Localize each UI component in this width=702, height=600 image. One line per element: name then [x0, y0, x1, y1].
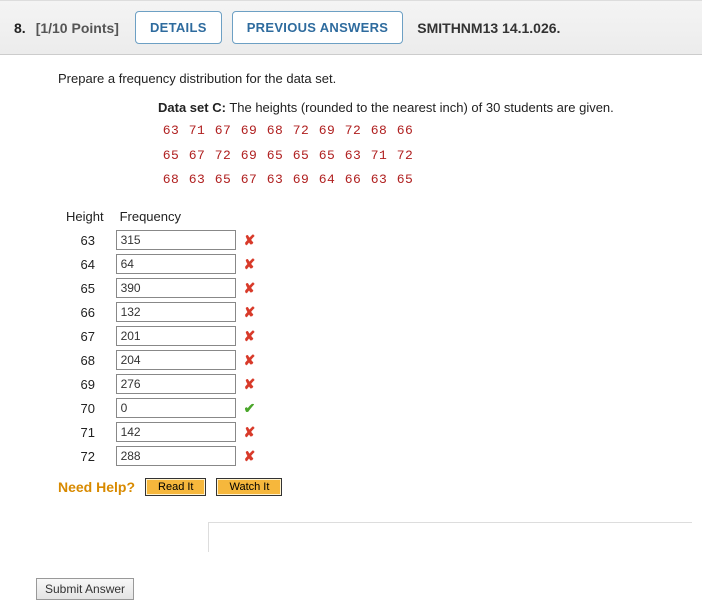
details-button[interactable]: DETAILS [135, 11, 222, 44]
height-value: 68 [58, 348, 112, 372]
table-row: 65 ✘ [58, 276, 259, 300]
data-value: 63 [366, 168, 392, 193]
cross-icon: ✘ [240, 228, 260, 252]
height-value: 63 [58, 228, 112, 252]
col-header-height: Height [58, 207, 112, 228]
cross-icon: ✘ [240, 348, 260, 372]
frequency-input[interactable] [116, 446, 236, 466]
data-value: 69 [288, 168, 314, 193]
frequency-input[interactable] [116, 374, 236, 394]
cross-icon: ✘ [240, 300, 260, 324]
frequency-input[interactable] [116, 302, 236, 322]
data-value: 65 [392, 168, 418, 193]
data-value: 64 [314, 168, 340, 193]
data-value: 63 [340, 144, 366, 169]
question-content: Prepare a frequency distribution for the… [0, 55, 702, 568]
table-row: 66 ✘ [58, 300, 259, 324]
frequency-input[interactable] [116, 254, 236, 274]
data-value: 66 [392, 119, 418, 144]
height-value: 66 [58, 300, 112, 324]
data-value: 69 [236, 144, 262, 169]
data-value: 68 [158, 168, 184, 193]
cross-icon: ✘ [240, 372, 260, 396]
submit-answer-button[interactable]: Submit Answer [36, 578, 134, 600]
height-value: 70 [58, 396, 112, 420]
col-header-frequency: Frequency [112, 207, 240, 228]
data-value: 71 [366, 144, 392, 169]
data-value: 63 [184, 168, 210, 193]
table-row: 67 ✘ [58, 324, 259, 348]
data-value: 69 [236, 119, 262, 144]
table-row: 69 ✘ [58, 372, 259, 396]
data-value: 63 [262, 168, 288, 193]
height-value: 71 [58, 420, 112, 444]
data-value: 72 [288, 119, 314, 144]
cross-icon: ✘ [240, 276, 260, 300]
frequency-input[interactable] [116, 350, 236, 370]
data-value: 69 [314, 119, 340, 144]
height-value: 67 [58, 324, 112, 348]
dataset-header: Data set C: The heights (rounded to the … [158, 100, 692, 115]
data-value: 65 [158, 144, 184, 169]
table-row: 70 ✔ [58, 396, 259, 420]
data-value: 72 [340, 119, 366, 144]
data-value: 67 [210, 119, 236, 144]
data-value: 63 [158, 119, 184, 144]
watch-it-button[interactable]: Watch It [216, 478, 282, 496]
need-help-label: Need Help? [58, 479, 135, 495]
data-value: 71 [184, 119, 210, 144]
table-row: 64 ✘ [58, 252, 259, 276]
data-value: 66 [340, 168, 366, 193]
data-value: 68 [262, 119, 288, 144]
frequency-input[interactable] [116, 326, 236, 346]
cross-icon: ✘ [240, 252, 260, 276]
height-value: 65 [58, 276, 112, 300]
dataset-desc: The heights (rounded to the nearest inch… [229, 100, 613, 115]
question-prompt: Prepare a frequency distribution for the… [58, 71, 692, 86]
check-icon: ✔ [240, 396, 260, 420]
data-value: 72 [392, 144, 418, 169]
table-row: 63 ✘ [58, 228, 259, 252]
height-value: 69 [58, 372, 112, 396]
previous-answers-button[interactable]: PREVIOUS ANSWERS [232, 11, 404, 44]
frequency-input[interactable] [116, 230, 236, 250]
cross-icon: ✘ [240, 324, 260, 348]
data-value: 67 [236, 168, 262, 193]
source-reference: SMITHNM13 14.1.026. [417, 20, 560, 36]
frequency-input[interactable] [116, 398, 236, 418]
height-value: 72 [58, 444, 112, 468]
table-row: 72 ✘ [58, 444, 259, 468]
frequency-table: Height Frequency 63✘64✘65✘66✘67✘68✘69✘70… [58, 207, 259, 468]
data-value: 65 [262, 144, 288, 169]
frequency-input[interactable] [116, 278, 236, 298]
cross-icon: ✘ [240, 420, 260, 444]
question-header: 8. [1/10 Points] DETAILS PREVIOUS ANSWER… [0, 0, 702, 55]
height-value: 64 [58, 252, 112, 276]
data-value: 65 [314, 144, 340, 169]
table-row: 71 ✘ [58, 420, 259, 444]
data-value: 68 [366, 119, 392, 144]
need-help-row: Need Help? Read It Watch It [58, 478, 692, 496]
frequency-input[interactable] [116, 422, 236, 442]
dataset-block: Data set C: The heights (rounded to the … [158, 100, 692, 193]
read-it-button[interactable]: Read It [145, 478, 206, 496]
question-number: 8. [14, 20, 26, 36]
data-value: 72 [210, 144, 236, 169]
divider [208, 522, 692, 552]
data-value: 67 [184, 144, 210, 169]
data-value: 65 [210, 168, 236, 193]
table-row: 68 ✘ [58, 348, 259, 372]
dataset-label: Data set C: [158, 100, 226, 115]
data-value: 65 [288, 144, 314, 169]
cross-icon: ✘ [240, 444, 260, 468]
points-label: [1/10 Points] [36, 20, 119, 36]
dataset-values: 6371676968726972686665677269656565637172… [158, 119, 692, 193]
